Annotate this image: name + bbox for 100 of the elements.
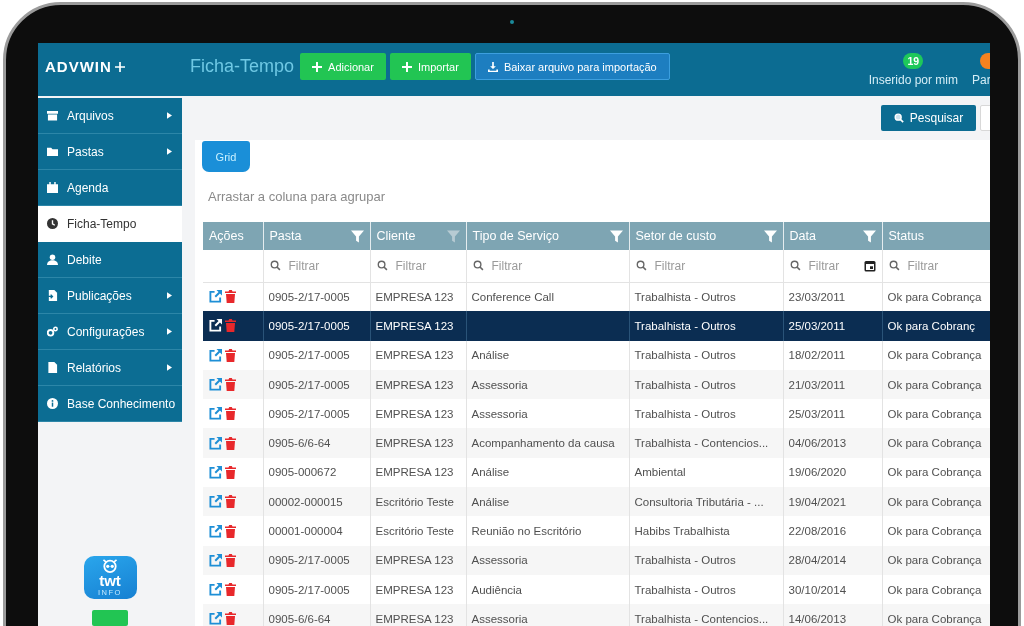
table-cell: Ok para Cobrança bbox=[882, 604, 990, 626]
trash-icon[interactable] bbox=[225, 378, 236, 392]
sidebar-item[interactable]: Configurações bbox=[38, 314, 182, 350]
plus-icon bbox=[114, 61, 125, 72]
table-row[interactable]: 0905-2/17-0005 EMPRESA 123 Assessoria Trabalhista - Outros 28/04/2014 Ok para Cobrança bbox=[203, 545, 990, 575]
table-row[interactable]: 00001-000004 Escritório Teste Reunião no Escritório Habibs Trabalhista 22/08/2016 Ok para Cobrança bbox=[203, 516, 990, 546]
table-cell: 22/08/2016 bbox=[783, 516, 882, 546]
user-icon bbox=[47, 254, 58, 265]
brand-name: twt bbox=[99, 572, 121, 588]
app-logo: ADVWIN bbox=[45, 58, 112, 75]
table-cell: 14/06/2013 bbox=[783, 604, 882, 626]
file-icon bbox=[47, 362, 58, 373]
table-cell: Ok para Cobrança bbox=[882, 516, 990, 546]
search-icon bbox=[635, 260, 647, 272]
table-row[interactable]: 0905-2/17-0005 EMPRESA 123 Análise Trabalhista - Outros 18/02/2011 Ok para Cobrança bbox=[203, 340, 990, 370]
table-cell: Assessoria bbox=[466, 545, 629, 575]
table-cell: EMPRESA 123 bbox=[370, 340, 466, 370]
trash-icon[interactable] bbox=[225, 348, 236, 362]
table-cell: Trabalhista - Outros bbox=[629, 311, 783, 341]
search-icon bbox=[888, 260, 900, 272]
file-import-icon bbox=[47, 290, 58, 301]
trash-icon[interactable] bbox=[225, 583, 236, 597]
filter-icon[interactable] bbox=[350, 229, 364, 243]
calendar-icon bbox=[47, 182, 58, 193]
gears-icon bbox=[47, 326, 58, 337]
table-row[interactable]: 00002-000015 Escritório Teste Análise Consultoria Tributária - ... 19/04/2021 Ok para Cobrança bbox=[203, 487, 990, 517]
sidebar-item[interactable]: Ficha-Tempo bbox=[38, 206, 182, 242]
owl-icon bbox=[101, 557, 119, 573]
sidebar-item[interactable]: Relatórios bbox=[38, 350, 182, 386]
filter-icon[interactable] bbox=[609, 229, 623, 243]
filter-field[interactable]: Filtrar bbox=[907, 256, 990, 275]
search-button[interactable]: Pesquisar bbox=[881, 105, 976, 131]
trash-icon[interactable] bbox=[225, 553, 236, 567]
search-icon bbox=[472, 260, 484, 272]
archive-icon bbox=[47, 110, 58, 121]
sidebar-button[interactable] bbox=[92, 609, 128, 626]
filter-icon[interactable] bbox=[862, 229, 876, 243]
table-row[interactable]: 0905-2/17-0005 EMPRESA 123 Assessoria Trabalhista - Outros 21/03/2011 Ok para Cobrança bbox=[203, 369, 990, 400]
table-cell: EMPRESA 123 bbox=[370, 311, 466, 341]
trash-icon[interactable] bbox=[225, 290, 236, 304]
search-icon bbox=[893, 113, 904, 123]
trash-icon[interactable] bbox=[225, 407, 236, 421]
table-cell: Ok para Cobrança bbox=[882, 340, 990, 370]
table-cell: 18/02/2011 bbox=[783, 340, 882, 370]
page-title: Ficha-Tempo bbox=[190, 55, 295, 78]
sidebar-item[interactable]: Pastas bbox=[38, 134, 182, 170]
table-cell: 0905-6/6-64 bbox=[263, 428, 370, 458]
filter-icon[interactable] bbox=[763, 229, 777, 243]
table-cell: Trabalhista - Outros bbox=[629, 545, 783, 575]
table-row[interactable]: 0905-2/17-0005 EMPRESA 123 Audiência Trabalhista - Outros 30/10/2014 Ok para Cobrança bbox=[203, 574, 990, 605]
table-row[interactable]: 0905-000672 EMPRESA 123 Análise Ambiental 19/06/2020 Ok para Cobrança bbox=[203, 457, 990, 488]
table-cell: Ok para Cobrança bbox=[882, 545, 990, 575]
table-row[interactable]: 0905-6/6-64 EMPRESA 123 Acompanhamento da causa Trabalhista - Contencios... 04/06/2013 Ok para Cobrança bbox=[203, 428, 990, 458]
table-cell: Acompanhamento da causa bbox=[466, 428, 629, 458]
filter-field[interactable]: Filtrar bbox=[491, 256, 623, 275]
table-cell: Habibs Trabalhista bbox=[629, 516, 783, 546]
search-icon bbox=[269, 260, 281, 272]
table-cell: EMPRESA 123 bbox=[370, 428, 466, 458]
table-cell: Assessoria bbox=[466, 604, 629, 626]
table-cell: 00001-000004 bbox=[263, 516, 370, 546]
filter-field[interactable]: Filtrar bbox=[288, 256, 364, 275]
sidebar-item[interactable]: Debite bbox=[38, 242, 182, 278]
sidebar-item[interactable]: Publicações bbox=[38, 278, 182, 314]
counter-label[interactable]: Par bbox=[972, 73, 990, 87]
trash-icon[interactable] bbox=[225, 524, 236, 538]
sidebar-item[interactable]: Arquivos bbox=[38, 98, 182, 134]
camera-icon bbox=[510, 20, 514, 24]
grid-tab[interactable]: Grid bbox=[202, 141, 250, 172]
table-row[interactable]: 0905-2/17-0005 EMPRESA 123 Assessoria Trabalhista - Outros 25/03/2011 Ok para Cobrança bbox=[203, 399, 990, 429]
table-cell: Trabalhista - Outros bbox=[629, 340, 783, 370]
counter-label[interactable]: Inserido por mim bbox=[868, 73, 958, 87]
search-icon bbox=[789, 260, 801, 272]
search-icon bbox=[376, 260, 388, 272]
group-hint: Arrastar a coluna para agrupar bbox=[208, 188, 387, 206]
plus-icon bbox=[401, 61, 412, 72]
table-row[interactable]: 0905-6/6-64 EMPRESA 123 Assessoria Trabalhista - Contencios... 14/06/2013 Ok para Cobrança bbox=[203, 604, 990, 626]
table-cell: Escritório Teste bbox=[370, 516, 466, 546]
trash-icon[interactable] bbox=[225, 495, 236, 509]
table-cell: EMPRESA 123 bbox=[370, 545, 466, 575]
trash-icon[interactable] bbox=[225, 465, 236, 479]
trash-icon[interactable] bbox=[225, 612, 236, 626]
filter-field[interactable]: Filtrar bbox=[808, 256, 856, 275]
sidebar-item[interactable]: Base Conhecimento bbox=[38, 386, 182, 422]
table-cell: 0905-2/17-0005 bbox=[263, 545, 370, 575]
table-cell: Trabalhista - Contencios... bbox=[629, 428, 783, 458]
table-cell: 0905-6/6-64 bbox=[263, 604, 370, 626]
table-row[interactable]: 0905-2/17-0005 EMPRESA 123 Conference Call Trabalhista - Outros 23/03/2011 Ok para Cobrança bbox=[203, 282, 990, 312]
filter-field[interactable]: Filtrar bbox=[654, 256, 777, 275]
toolbar-button[interactable]: Baixar arquivo para importação bbox=[474, 53, 670, 80]
sidebar-item[interactable]: Agenda bbox=[38, 170, 182, 206]
download-icon bbox=[487, 61, 498, 72]
clock-icon bbox=[47, 218, 58, 229]
table-cell: Reunião no Escritório bbox=[466, 516, 629, 546]
calendar-icon[interactable] bbox=[863, 259, 876, 272]
table-cell: 04/06/2013 bbox=[783, 428, 882, 458]
plus-icon bbox=[312, 61, 323, 72]
table-cell: 28/04/2014 bbox=[783, 545, 882, 575]
trash-icon[interactable] bbox=[225, 436, 236, 450]
filter-field[interactable]: Filtrar bbox=[395, 256, 460, 275]
table-cell: Ok para Cobranç bbox=[882, 311, 990, 341]
